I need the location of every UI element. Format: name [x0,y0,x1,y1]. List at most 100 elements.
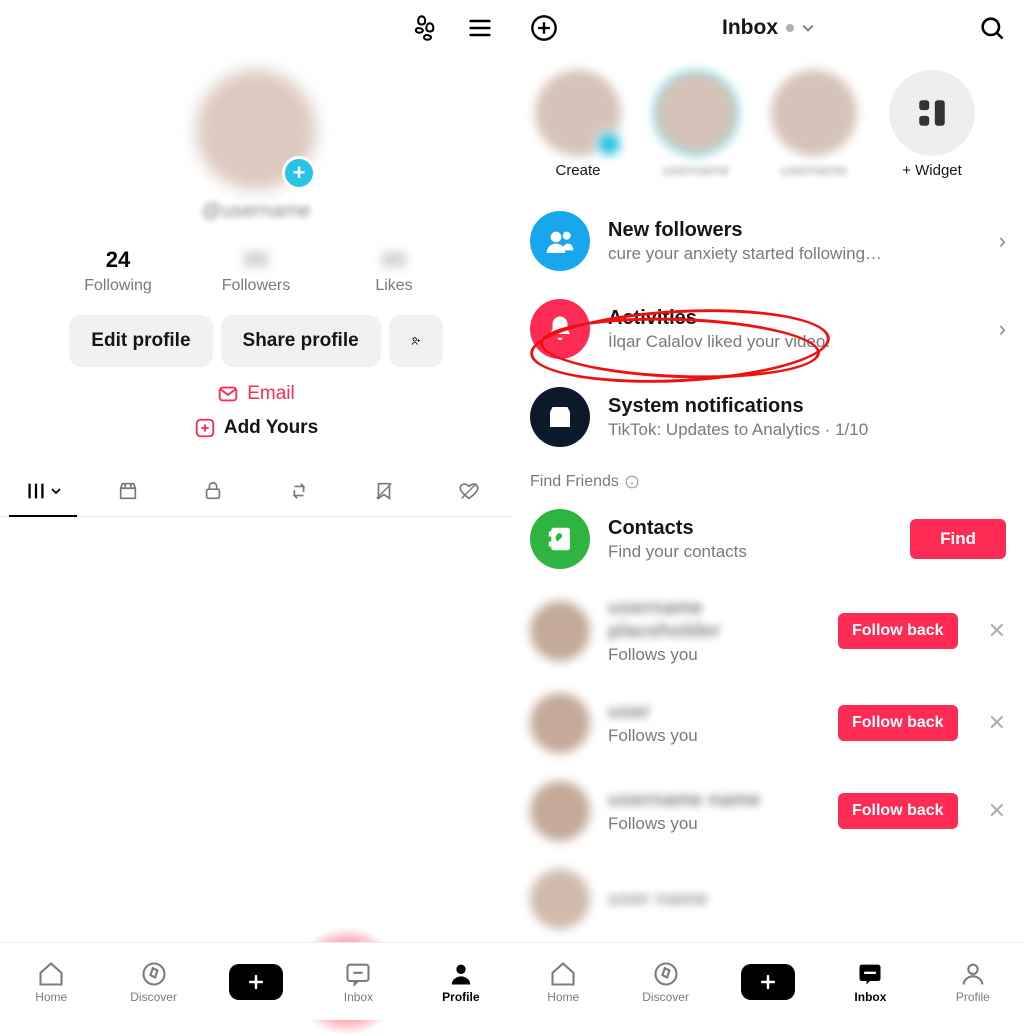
profile-header [0,0,512,56]
share-profile-button[interactable]: Share profile [221,315,381,367]
story-label: username [663,162,730,179]
nav-discover[interactable]: Discover [614,960,716,1004]
story-widget[interactable]: + Widget [884,70,980,179]
item-body: user name [608,888,1006,911]
nav-home[interactable]: Home [512,960,614,1004]
item-body: Activities İlqar Calalov liked your vide… [608,307,973,352]
story-row[interactable]: Create username username + Widget [512,56,1024,193]
story-item-1[interactable]: username [648,70,744,179]
story-item-2[interactable]: username [766,70,862,179]
add-friend-button[interactable] [389,315,443,367]
suggested-user-3[interactable]: username name Follows you Follow back ✕ [512,767,1024,855]
tab-liked[interactable] [427,465,512,516]
create-icon [741,964,795,1000]
create-icon [229,964,283,1000]
tab-private[interactable] [171,465,256,516]
suggested-user-4[interactable]: user name [512,855,1024,943]
search-icon[interactable] [978,14,1006,42]
user-name: username name [608,789,820,812]
follow-back-button[interactable]: Follow back [838,793,958,829]
item-title: Contacts [608,517,892,540]
item-contacts[interactable]: Contacts Find your contacts Find [512,495,1024,583]
edit-profile-button[interactable]: Edit profile [69,315,212,367]
nav-inbox[interactable]: Inbox [307,960,409,1004]
story-create-label: Create [555,162,600,179]
tab-repost[interactable] [256,465,341,516]
stats-row: 24 Following 00 Followers 00 Likes [73,247,439,295]
nav-create[interactable] [717,964,819,1000]
nav-profile[interactable]: Profile [922,960,1024,1004]
profile-screen: + @username 24 Following 00 Followers 00… [0,0,512,1020]
add-yours-button[interactable]: Add Yours [194,417,318,439]
item-title: New followers [608,219,973,242]
likes-count: 00 [349,247,439,273]
story-create-avatar [535,70,621,156]
system-icon [530,387,590,447]
item-subtitle: TikTok: Updates to Analytics · 1/10 [608,420,1006,440]
avatar-add-icon[interactable]: + [282,156,316,190]
item-system-notifications[interactable]: System notifications TikTok: Updates to … [512,373,1024,461]
following-count: 24 [73,247,163,273]
nav-home-label: Home [35,990,67,1004]
nav-home[interactable]: Home [0,960,102,1004]
user-avatar [530,781,590,841]
content-tabs [0,465,512,517]
nav-profile-label: Profile [442,990,479,1004]
new-message-icon[interactable] [530,14,558,42]
bottom-nav-left: Home Discover Inbox Profile [0,942,512,1020]
story-widget-label: + Widget [902,162,962,179]
item-subtitle: cure your anxiety started following… [608,244,973,264]
likes-label: Likes [349,277,439,295]
contacts-icon [530,509,590,569]
menu-icon[interactable] [466,14,494,42]
item-body: New followers cure your anxiety started … [608,219,973,264]
item-title: System notifications [608,395,1006,418]
item-activities[interactable]: Activities İlqar Calalov liked your vide… [512,285,1024,373]
nav-create[interactable] [205,964,307,1000]
email-button[interactable]: Email [217,383,295,405]
stat-followers[interactable]: 00 Followers [211,247,301,295]
footprint-icon[interactable] [410,14,438,42]
dismiss-icon[interactable]: ✕ [988,710,1006,736]
followers-icon [530,211,590,271]
follow-back-button[interactable]: Follow back [838,705,958,741]
story-create[interactable]: Create [530,70,626,179]
item-new-followers[interactable]: New followers cure your anxiety started … [512,197,1024,285]
widget-icon [889,70,975,156]
stat-likes[interactable]: 00 Likes [349,247,439,295]
nav-discover-label: Discover [642,990,689,1004]
item-subtitle: İlqar Calalov liked your video. [608,332,973,352]
dismiss-icon[interactable]: ✕ [988,618,1006,644]
avatar[interactable]: + [196,70,316,190]
nav-inbox[interactable]: Inbox [819,960,921,1004]
nav-profile[interactable]: Profile [410,960,512,1004]
status-dot-icon [786,24,794,32]
item-subtitle: Find your contacts [608,542,892,562]
story-avatar [653,70,739,156]
tab-grid[interactable] [0,465,85,516]
nav-inbox-label: Inbox [854,990,886,1004]
dismiss-icon[interactable]: ✕ [988,798,1006,824]
find-button[interactable]: Find [910,519,1006,559]
follow-back-button[interactable]: Follow back [838,613,958,649]
inbox-title-wrap[interactable]: Inbox [558,16,978,40]
chevron-right-icon: › [991,316,1006,342]
followers-label: Followers [211,277,301,295]
user-name: username placeholder [608,597,820,643]
nav-discover[interactable]: Discover [102,960,204,1004]
following-label: Following [73,277,163,295]
user-name: user [608,701,820,724]
bottom-nav-right: Home Discover Inbox Profile [512,942,1024,1020]
inbox-header: Inbox [512,0,1024,56]
user-avatar [530,601,590,661]
stat-following[interactable]: 24 Following [73,247,163,295]
story-avatar [771,70,857,156]
tab-bookmark[interactable] [341,465,426,516]
suggested-user-1[interactable]: username placeholder Follows you Follow … [512,583,1024,679]
follows-you-label: Follows you [608,814,820,834]
suggested-user-2[interactable]: user Follows you Follow back ✕ [512,679,1024,767]
find-friends-label: Find Friends [530,473,619,491]
nav-profile-label: Profile [956,990,990,1004]
tab-shop[interactable] [85,465,170,516]
nav-home-label: Home [547,990,579,1004]
